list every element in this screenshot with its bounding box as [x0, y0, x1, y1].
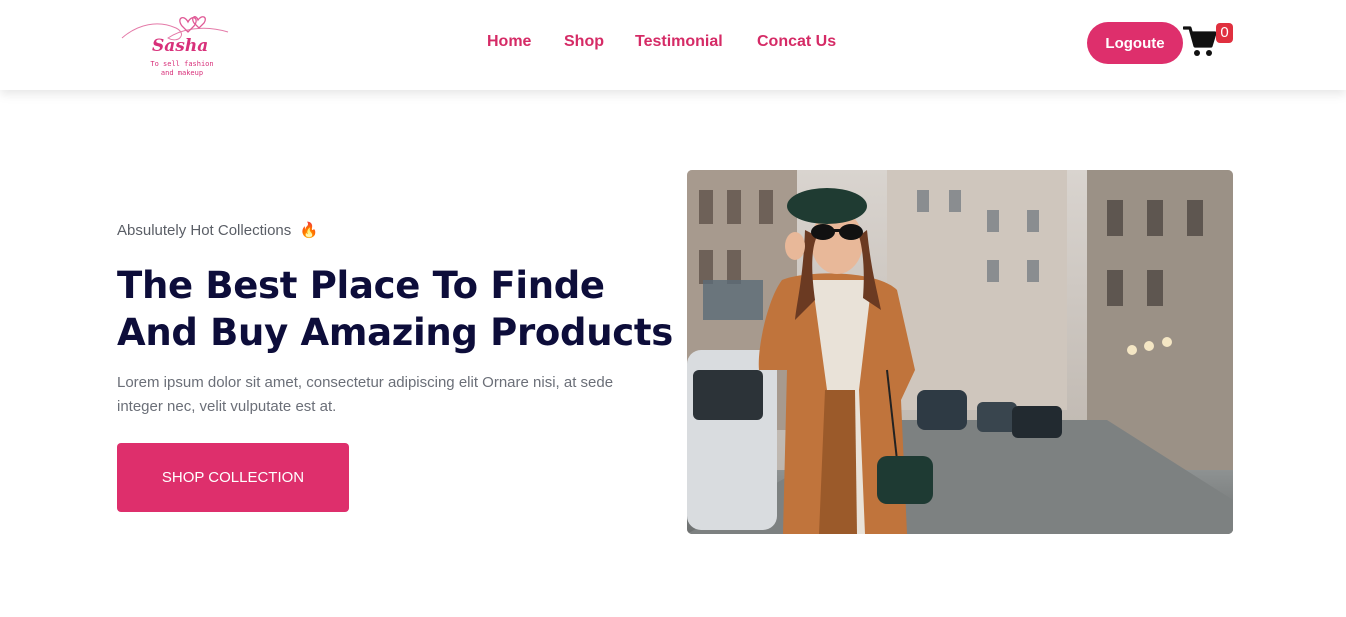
brand-name: Sasha: [152, 36, 209, 56]
hero-image: [687, 170, 1233, 534]
logout-button[interactable]: Logoute: [1087, 22, 1183, 64]
fashion-model-photo: [687, 170, 1233, 534]
hero-description: Lorem ipsum dolor sit amet, consectetur …: [117, 374, 614, 415]
nav-home[interactable]: Home: [487, 33, 531, 51]
cart-button[interactable]: 0: [1183, 22, 1233, 62]
brand-logo[interactable]: Sasha To sell fashion and makeup: [118, 10, 234, 82]
nav-testimonial[interactable]: Testimonial: [635, 33, 723, 51]
shop-collection-button[interactable]: SHOP COLLECTION: [117, 443, 349, 512]
nav-shop[interactable]: Shop: [564, 33, 604, 51]
brand-tagline: To sell fashion and makeup: [150, 60, 214, 77]
fire-icon: 🔥: [299, 222, 319, 239]
nav-contact[interactable]: Concat Us: [757, 33, 836, 51]
hero-eyebrow-text: Absulutely Hot Collections: [117, 222, 292, 239]
cart-icon: [1183, 26, 1217, 56]
hero-eyebrow: Absulutely Hot Collections 🔥: [117, 221, 318, 239]
site-header: Sasha To sell fashion and makeup Home Sh…: [0, 0, 1346, 90]
hero-title: The Best Place To Finde And Buy Amazing …: [117, 264, 674, 354]
cart-count-badge: 0: [1216, 23, 1233, 43]
